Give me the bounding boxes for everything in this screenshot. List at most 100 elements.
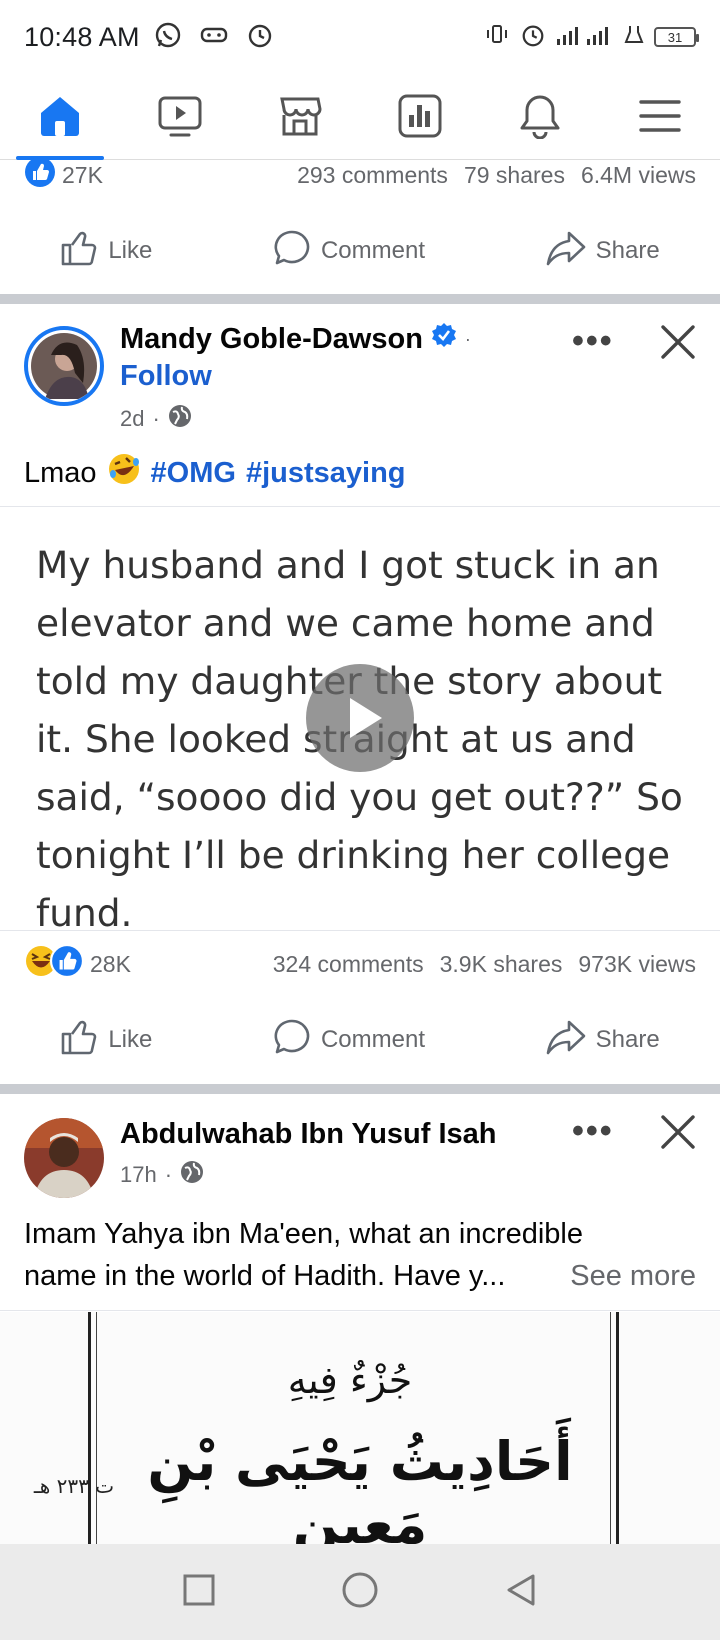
nav-marketplace-tab[interactable]	[250, 78, 350, 160]
shares-count[interactable]: 3.9K shares	[440, 951, 563, 978]
post2-caption-line2: name in the world of Hadith. Have y... S…	[24, 1260, 696, 1293]
more-options-button[interactable]: •••	[572, 322, 614, 361]
image-subtitle-text: أَحَادِيثُ يَحْيَى بْنِ مَعِين	[147, 1430, 573, 1544]
meta-dot: ·	[152, 406, 160, 431]
comment-button[interactable]: Comment	[273, 1018, 425, 1063]
share-label: Share	[595, 1026, 660, 1053]
share-label: Share	[595, 237, 660, 264]
page-border-left-inner	[96, 1312, 97, 1544]
like-button[interactable]: Like	[60, 1018, 152, 1063]
divider	[0, 930, 720, 931]
caption-text: Lmao	[24, 456, 97, 489]
thumbs-up-icon	[60, 229, 98, 274]
video-icon	[157, 93, 203, 144]
like-button[interactable]: Like	[60, 229, 152, 274]
dashboard-icon	[397, 93, 443, 144]
views-count: 973K views	[578, 950, 696, 977]
data-saver-icon	[624, 24, 644, 51]
video-player[interactable]: My husband and I got stuck in an elevato…	[0, 508, 720, 935]
close-icon	[660, 1115, 696, 1154]
play-icon	[306, 698, 414, 776]
alarm-status-icon	[520, 22, 546, 53]
dot-separator: ·	[464, 328, 471, 349]
recents-button[interactable]	[182, 1573, 216, 1612]
divider	[0, 1310, 720, 1311]
image-title-text: جُزْءٌ فِيهِ	[287, 1358, 413, 1402]
post-caption: Lmao #OMG #justsaying	[24, 452, 406, 494]
nav-dashboard-tab[interactable]	[370, 78, 470, 160]
post-separator	[0, 1084, 720, 1094]
share-icon	[546, 1018, 586, 1063]
author-name-text: Mandy Goble-Dawson	[120, 322, 423, 355]
comment-icon	[273, 1018, 311, 1063]
nav-home-tab[interactable]	[10, 78, 110, 160]
image-note-text: ت ٢٣٣ هـ	[33, 1474, 115, 1498]
like-label: Like	[108, 1026, 153, 1053]
prev-post-stats: 27K 293 comments 79 shares 6.4M views	[24, 157, 696, 190]
hide-post-button[interactable]	[660, 1114, 696, 1155]
like-label: Like	[108, 237, 153, 264]
gamepad-icon	[200, 25, 228, 50]
back-button[interactable]	[504, 1573, 538, 1612]
nav-notifications-tab[interactable]	[490, 78, 590, 160]
views-count: 6.4M views	[580, 161, 696, 188]
nav-video-tab[interactable]	[130, 78, 230, 160]
hashtag-justsaying[interactable]: #justsaying	[246, 457, 406, 490]
shares-count[interactable]: 79 shares	[464, 162, 565, 189]
page-border-left	[88, 1312, 91, 1544]
close-icon	[660, 325, 696, 364]
more-options-button[interactable]: •••	[572, 1112, 614, 1151]
rofl-emoji-icon	[107, 452, 141, 494]
caption-line2-text: name in the world of Hadith. Have y...	[24, 1260, 506, 1292]
reactions-count[interactable]: 28K	[90, 951, 131, 978]
marketplace-icon	[277, 93, 323, 144]
share-icon	[546, 229, 586, 274]
like-reaction-icon	[50, 944, 84, 984]
comments-count[interactable]: 293 comments	[297, 162, 448, 189]
comment-label: Comment	[320, 237, 425, 264]
menu-icon	[637, 93, 683, 144]
post-image[interactable]: جُزْءٌ فِيهِ أَحَادِيثُ يَحْيَى بْنِ مَع…	[0, 1312, 720, 1544]
hashtag-omg[interactable]: #OMG	[151, 457, 236, 490]
post-author-name[interactable]: Abdulwahab Ibn Yusuf Isah	[120, 1118, 497, 1151]
post-time[interactable]: 17h	[120, 1162, 157, 1188]
hide-post-button[interactable]	[660, 324, 696, 365]
page-border-right	[616, 1312, 619, 1544]
bell-icon	[517, 93, 563, 144]
system-navigation-bar	[0, 1544, 720, 1640]
share-button[interactable]: Share	[546, 229, 660, 274]
vibrate-icon	[484, 23, 510, 52]
thumbs-up-icon	[60, 1018, 98, 1063]
post-time[interactable]: 2d	[120, 406, 144, 432]
mandy-avatar[interactable]	[24, 326, 104, 406]
home-icon	[37, 93, 83, 144]
post-meta: 17h ·	[120, 1160, 204, 1190]
meta-dot: ·	[164, 1162, 173, 1187]
comment-button[interactable]: Comment	[273, 229, 425, 274]
reactions-count[interactable]: 27K	[62, 162, 103, 189]
verified-badge-icon	[431, 322, 457, 356]
top-nav-bar	[0, 78, 720, 160]
comment-label: Comment	[320, 1026, 425, 1053]
like-reaction-icon	[24, 156, 56, 194]
follow-button[interactable]: Follow	[120, 360, 212, 393]
status-bar: 10:48 AM 31	[0, 0, 720, 74]
post-meta: 2d ·	[120, 404, 192, 434]
globe-icon	[180, 1160, 204, 1190]
post-separator	[0, 294, 720, 304]
prev-post-actions: Like Comment Share	[0, 212, 720, 290]
post-author-name[interactable]: Mandy Goble-Dawson ·	[120, 322, 471, 356]
signal-icon	[556, 24, 614, 51]
nav-menu-tab[interactable]	[610, 78, 710, 160]
globe-icon	[168, 404, 192, 434]
status-time: 10:48 AM	[24, 21, 140, 52]
play-button[interactable]	[306, 664, 414, 772]
post2-caption-line1: Imam Yahya ibn Ma'een, what an incredibl…	[24, 1218, 584, 1250]
share-button[interactable]: Share	[546, 1018, 660, 1063]
comment-icon	[273, 229, 311, 274]
comments-count[interactable]: 324 comments	[273, 951, 424, 978]
home-button[interactable]	[341, 1571, 379, 1614]
abdulwahab-avatar[interactable]	[24, 1118, 104, 1198]
alarm-icon	[246, 21, 274, 54]
see-more-link[interactable]: See more	[570, 1260, 696, 1293]
